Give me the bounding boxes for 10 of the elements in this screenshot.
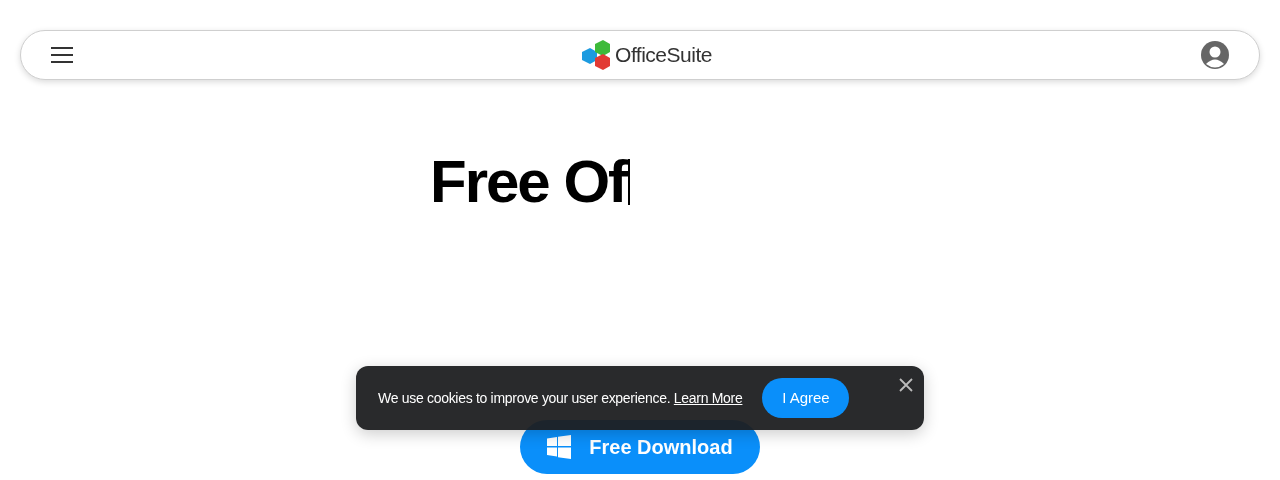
hero-heading: Free Of <box>430 152 627 212</box>
menu-icon[interactable] <box>51 47 73 63</box>
windows-icon <box>547 435 572 459</box>
logo-text[interactable]: OfficeSuite <box>615 39 712 71</box>
typing-cursor <box>628 159 631 205</box>
close-icon[interactable] <box>899 378 913 392</box>
learn-more-link[interactable]: Learn More <box>673 389 743 406</box>
user-avatar-icon[interactable] <box>1201 41 1229 69</box>
cookie-message: We use cookies to improve your user experience. Learn More <box>378 388 743 408</box>
logo-icon <box>582 40 613 70</box>
